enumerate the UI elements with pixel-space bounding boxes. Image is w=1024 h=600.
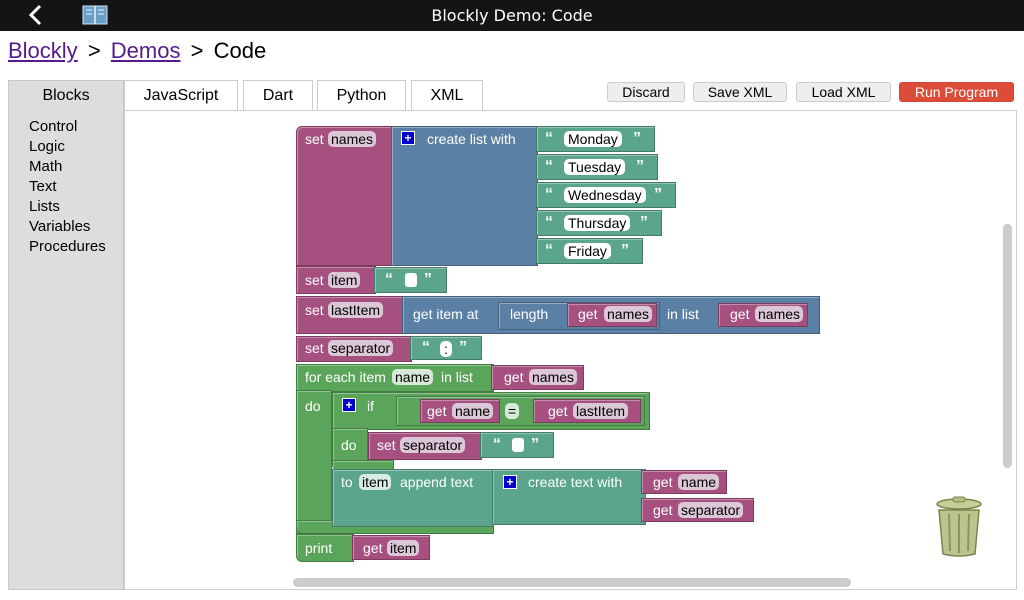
title-bar: Blockly Demo: Code	[0, 0, 1024, 31]
breadcrumb-separator: >	[87, 38, 101, 63]
variable-field-lastitem[interactable]: lastItem	[328, 302, 384, 318]
text-field-monday[interactable]: Monday	[564, 131, 622, 147]
tab-python[interactable]: Python	[317, 80, 406, 110]
empty-text-field[interactable]	[405, 273, 417, 287]
variable-field-item[interactable]: item	[359, 474, 392, 490]
breadcrumb-separator: >	[190, 38, 204, 63]
in-list-label: in list	[667, 306, 699, 322]
close-quote-icon: ”	[636, 158, 644, 175]
get-item-at-label: get item at	[413, 306, 479, 322]
text-field-tuesday[interactable]: Tuesday	[564, 159, 626, 175]
category-control[interactable]: Control	[29, 117, 106, 137]
length-label: length	[510, 306, 549, 322]
close-quote-icon: ”	[633, 130, 641, 147]
in-list-label: in list	[441, 369, 473, 385]
close-quote-icon: ”	[640, 214, 648, 231]
do-label: do	[341, 437, 357, 453]
append-text-label: append text	[400, 474, 474, 490]
to-label: to	[341, 474, 353, 490]
open-quote-icon: “	[545, 130, 553, 147]
set-label: set	[305, 302, 324, 318]
category-variables[interactable]: Variables	[29, 217, 106, 237]
if-label: if	[367, 398, 374, 414]
text-field-colon[interactable]: :	[440, 341, 452, 357]
category-list: Control Logic Math Text Lists Variables …	[29, 117, 106, 257]
save-xml-button[interactable]: Save XML	[693, 82, 787, 102]
compare-operator-field[interactable]: =	[505, 403, 520, 419]
tab-javascript[interactable]: JavaScript	[124, 80, 238, 110]
trash-can-icon[interactable]	[934, 496, 984, 558]
breadcrumb-link-blockly[interactable]: Blockly	[8, 38, 78, 63]
open-quote-icon: “	[545, 214, 553, 231]
variable-field-separator[interactable]: separator	[328, 340, 394, 356]
open-quote-icon: “	[422, 339, 430, 356]
breadcrumb: Blockly > Demos > Code	[8, 38, 266, 64]
category-logic[interactable]: Logic	[29, 137, 106, 157]
close-quote-icon: ”	[424, 271, 432, 288]
print-label: print	[305, 540, 333, 556]
vertical-scrollbar[interactable]	[1003, 224, 1012, 468]
set-label: set	[377, 437, 396, 453]
variable-field-separator[interactable]: separator	[400, 437, 466, 453]
open-quote-icon: “	[385, 271, 393, 288]
variable-field-item[interactable]: item	[328, 272, 361, 288]
get-label: get	[427, 403, 447, 419]
variable-field-name[interactable]: name	[678, 474, 720, 490]
mutator-plus-icon[interactable]: +	[503, 475, 517, 489]
get-label: get	[653, 474, 673, 490]
close-quote-icon: ”	[654, 186, 662, 203]
get-label: get	[578, 306, 598, 322]
tab-blocks[interactable]: Blocks	[8, 80, 124, 110]
get-label: get	[504, 369, 524, 385]
variable-field-item[interactable]: item	[387, 540, 420, 556]
text-field-wednesday[interactable]: Wednesday	[564, 187, 646, 203]
close-quote-icon: ”	[621, 242, 629, 259]
variable-field-names[interactable]: names	[604, 306, 653, 322]
variable-field-names[interactable]: names	[529, 369, 578, 385]
open-quote-icon: “	[545, 186, 553, 203]
horizontal-scrollbar[interactable]	[293, 578, 851, 587]
set-label: set	[305, 131, 324, 147]
text-field-thursday[interactable]: Thursday	[564, 215, 631, 231]
get-label: get	[730, 306, 750, 322]
for-each-item-label: for each item	[305, 369, 386, 385]
category-text[interactable]: Text	[29, 177, 106, 197]
open-quote-icon: “	[493, 436, 501, 453]
load-xml-button[interactable]: Load XML	[796, 82, 891, 102]
close-quote-icon: ”	[459, 339, 467, 356]
text-field-friday[interactable]: Friday	[564, 243, 611, 259]
create-list-label: create list with	[427, 131, 516, 147]
close-quote-icon: ”	[531, 436, 539, 453]
set-label: set	[305, 272, 324, 288]
open-quote-icon: “	[545, 158, 553, 175]
discard-button[interactable]: Discard	[607, 82, 685, 102]
variable-field-lastitem[interactable]: lastItem	[573, 403, 629, 419]
get-label: get	[653, 502, 673, 518]
variable-field-separator[interactable]: separator	[678, 502, 744, 518]
variable-field-name[interactable]: name	[452, 403, 494, 419]
do-label: do	[305, 398, 321, 414]
toolbox-panel: Control Logic Math Text Lists Variables …	[8, 80, 124, 590]
empty-text-field[interactable]	[512, 438, 524, 452]
create-text-label: create text with	[528, 474, 623, 490]
tab-xml[interactable]: XML	[411, 80, 483, 110]
variable-field-names[interactable]: names	[755, 306, 804, 322]
mutator-plus-icon[interactable]: +	[342, 398, 356, 412]
get-label: get	[548, 403, 568, 419]
mutator-plus-icon[interactable]: +	[401, 131, 415, 145]
category-lists[interactable]: Lists	[29, 197, 106, 217]
variable-field-name[interactable]: name	[392, 369, 434, 385]
window-title: Blockly Demo: Code	[431, 6, 593, 25]
run-program-button[interactable]: Run Program	[899, 82, 1014, 102]
tab-dart[interactable]: Dart	[243, 80, 313, 110]
variable-field-names[interactable]: names	[328, 131, 377, 147]
breadcrumb-link-demos[interactable]: Demos	[111, 38, 181, 63]
set-label: set	[305, 340, 324, 356]
get-label: get	[363, 540, 383, 556]
category-procedures[interactable]: Procedures	[29, 237, 106, 257]
breadcrumb-current: Code	[213, 38, 267, 63]
open-quote-icon: “	[545, 242, 553, 259]
category-math[interactable]: Math	[29, 157, 106, 177]
